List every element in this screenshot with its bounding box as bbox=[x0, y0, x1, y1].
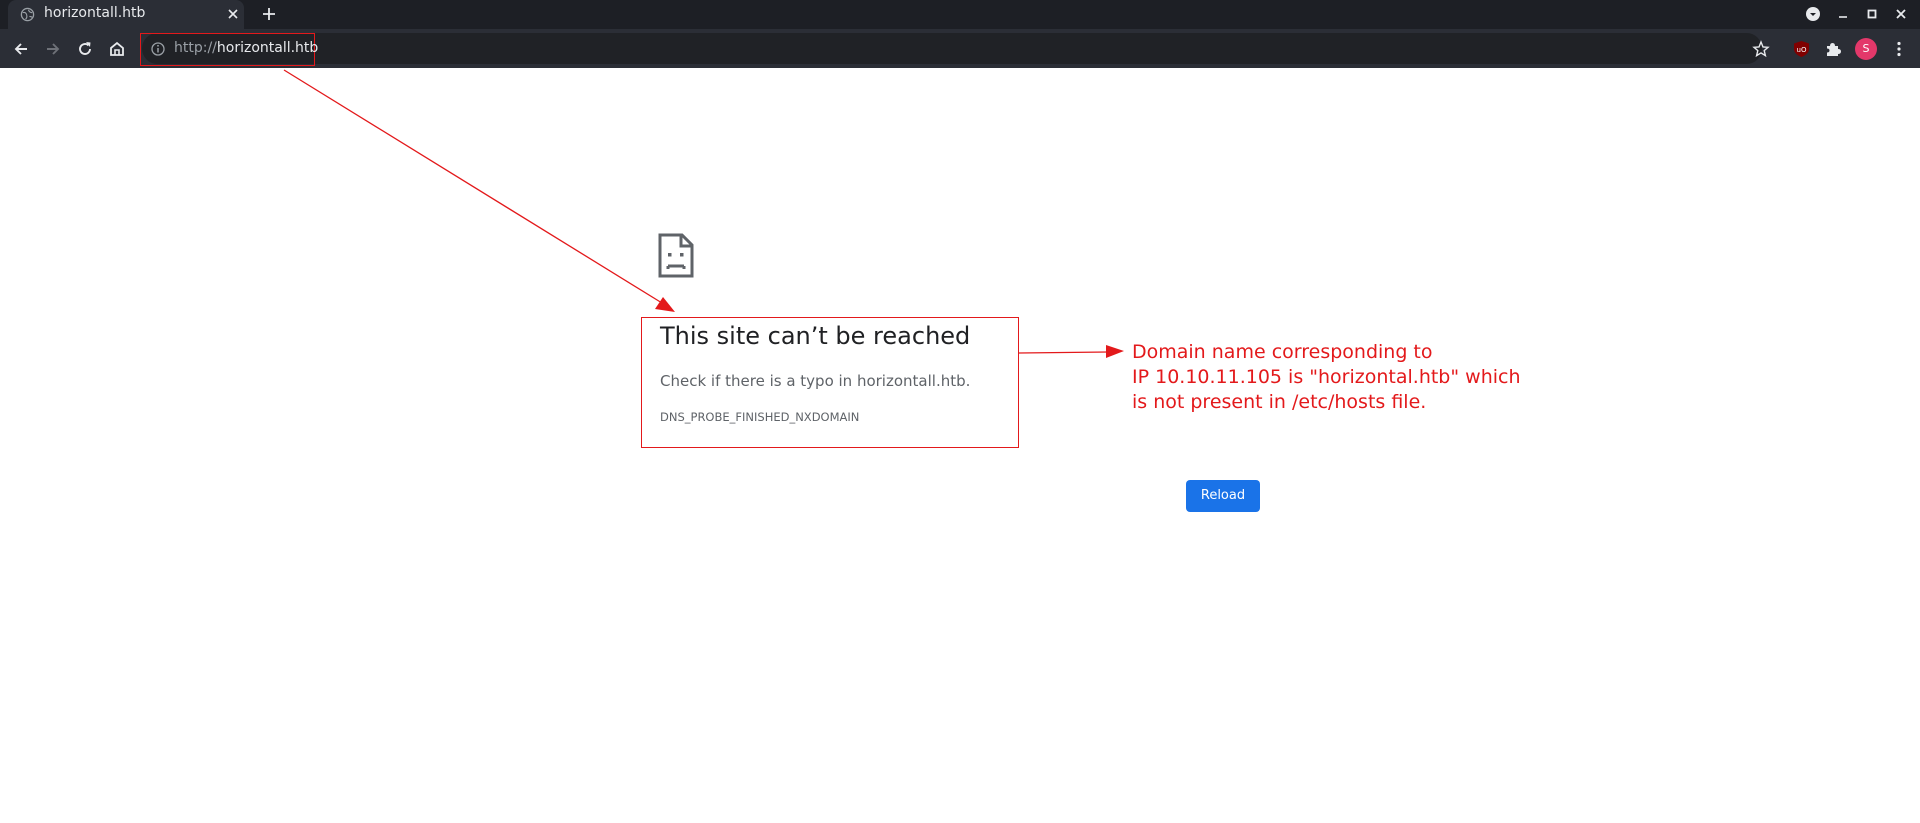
new-tab-icon[interactable] bbox=[261, 6, 277, 22]
svg-text:uO: uO bbox=[1797, 46, 1807, 54]
globe-icon bbox=[20, 7, 35, 22]
bookmark-star-icon[interactable] bbox=[1752, 40, 1770, 58]
browser-tab[interactable]: horizontall.htb bbox=[8, 0, 244, 29]
url-host: horizontall.htb bbox=[216, 40, 319, 56]
extensions-puzzle-icon[interactable] bbox=[1824, 40, 1842, 58]
annotation-line: is not present in /etc/hosts file. bbox=[1132, 391, 1427, 413]
address-bar[interactable] bbox=[142, 33, 1762, 64]
url-scheme: http:// bbox=[174, 40, 217, 56]
reload-button[interactable]: Reload bbox=[1186, 480, 1260, 512]
back-icon[interactable] bbox=[11, 39, 31, 59]
arrow-error-to-note bbox=[1018, 351, 1109, 354]
reload-icon[interactable] bbox=[75, 39, 95, 59]
maximize-icon[interactable] bbox=[1864, 6, 1880, 22]
error-code: DNS_PROBE_FINISHED_NXDOMAIN bbox=[660, 410, 860, 424]
tab-title: horizontall.htb bbox=[44, 5, 146, 21]
home-icon[interactable] bbox=[107, 39, 127, 59]
annotation-line: Domain name corresponding to bbox=[1132, 341, 1433, 363]
close-window-icon[interactable] bbox=[1893, 6, 1909, 22]
url-text[interactable]: http://horizontall.htb bbox=[174, 40, 318, 56]
annotation-line: IP 10.10.11.105 is "horizontal.htb" whic… bbox=[1132, 366, 1521, 388]
error-detail: Check if there is a typo in horizontall.… bbox=[660, 372, 971, 390]
annotation-note: Domain name corresponding to IP 10.10.11… bbox=[1132, 340, 1552, 415]
profile-avatar[interactable]: S bbox=[1855, 38, 1877, 60]
forward-icon[interactable] bbox=[43, 39, 63, 59]
error-title: This site can’t be reached bbox=[660, 322, 971, 350]
sad-document-icon bbox=[658, 233, 694, 278]
info-icon[interactable] bbox=[150, 41, 166, 57]
arrow-url-to-error bbox=[283, 69, 663, 304]
minimize-icon[interactable] bbox=[1835, 6, 1851, 22]
close-tab-icon[interactable] bbox=[226, 7, 240, 21]
ublock-origin-icon[interactable]: uO bbox=[1793, 40, 1810, 58]
tab-search-icon[interactable] bbox=[1805, 6, 1821, 22]
arrow-head bbox=[655, 297, 675, 312]
arrow-head bbox=[1106, 345, 1124, 358]
tab-strip: horizontall.htb bbox=[0, 0, 1920, 29]
more-menu-icon[interactable] bbox=[1891, 40, 1907, 58]
